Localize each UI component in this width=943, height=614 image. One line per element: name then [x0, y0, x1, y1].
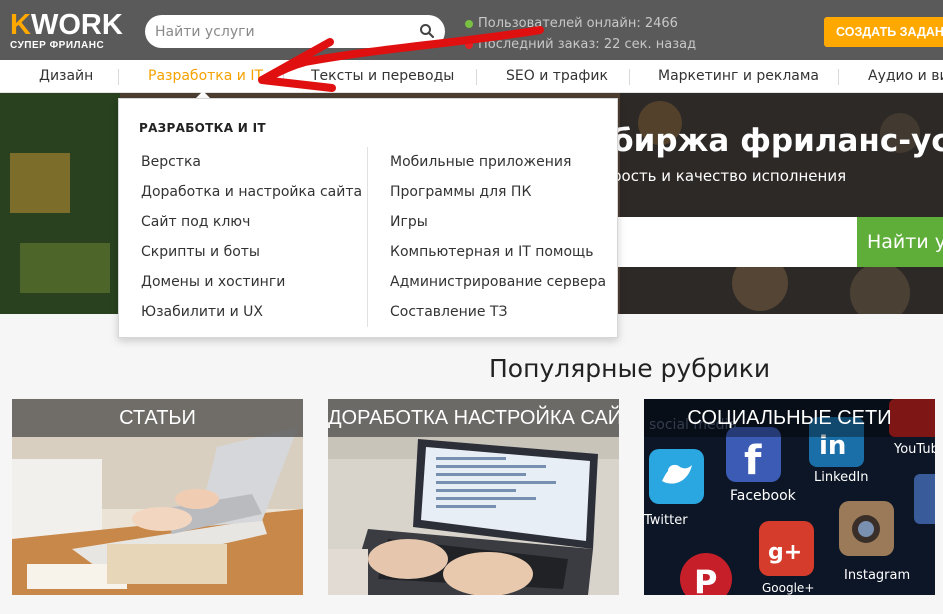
search-icon[interactable] — [419, 23, 435, 39]
last-order: Последний заказ: 22 сек. назад — [465, 34, 696, 55]
svg-text:f: f — [744, 438, 762, 484]
last-order-dot-icon — [465, 40, 473, 49]
popular-categories-title: Популярные рубрики — [489, 354, 771, 383]
category-nav: Дизайн Разработка и IT Тексты и переводы… — [0, 60, 943, 93]
menu-item-domains-hosting[interactable]: Домены и хостинги — [141, 269, 362, 299]
menu-item-server-admin[interactable]: Администрирование сервера — [390, 269, 606, 299]
menu-item-site-setup[interactable]: Доработка и настройка сайта — [141, 179, 362, 209]
hero-search-button[interactable]: Найти услуги — [857, 217, 943, 267]
youtube-label: YouTube — [893, 442, 935, 457]
instagram-label: Instagram — [844, 568, 910, 583]
card-label-social-networks: СОЦИАЛЬНЫЕ СЕТИ — [644, 399, 935, 437]
twitter-label: Twitter — [644, 513, 688, 528]
nav-divider — [476, 69, 477, 85]
google-plus-label: Google+ — [762, 581, 814, 595]
last-order-text: Последний заказ: 22 сек. назад — [478, 37, 697, 52]
menu-item-mobile-apps[interactable]: Мобильные приложения — [390, 149, 606, 179]
online-users-text: Пользователей онлайн: 2466 — [478, 16, 678, 31]
category-card-social-networks[interactable]: social media Twitter f Facebook in Linke… — [644, 399, 935, 595]
category-card-site-setup[interactable]: ДОРАБОТКА НАСТРОЙКА САЙТА — [328, 399, 619, 595]
google-plus-icon: g+ Google+ — [759, 521, 814, 595]
card-label-site-setup: ДОРАБОТКА НАСТРОЙКА САЙТА — [328, 399, 619, 437]
dropdown-right-column: Мобильные приложения Программы для ПК Иг… — [390, 149, 606, 329]
nav-divider — [118, 69, 119, 85]
logo-text: KWORK — [10, 10, 123, 40]
hero-subtitle: рость и качество исполнения — [612, 167, 847, 185]
logo-accent: K — [10, 9, 31, 41]
search-box — [145, 15, 445, 48]
menu-item-turnkey-site[interactable]: Сайт под ключ — [141, 209, 362, 239]
menu-item-it-help[interactable]: Компьютерная и IT помощь — [390, 239, 606, 269]
svg-text:P: P — [694, 563, 717, 595]
nav-divider — [283, 69, 284, 85]
search-input[interactable] — [155, 21, 405, 43]
hero-search-input[interactable] — [612, 217, 858, 267]
development-dropdown-menu: РАЗРАБОТКА И IT Верстка Доработка и наст… — [118, 98, 618, 338]
menu-item-usability-ux[interactable]: Юзабилити и UX — [141, 299, 362, 329]
nav-item-marketing[interactable]: Маркетинг и реклама — [658, 60, 819, 93]
create-task-button[interactable]: СОЗДАТЬ ЗАДАНИЕ — [824, 17, 943, 47]
kwork-logo[interactable]: KWORK СУПЕР ФРИЛАНС — [10, 10, 123, 51]
dropdown-title: РАЗРАБОТКА И IT — [139, 121, 266, 135]
online-users: Пользователей онлайн: 2466 — [465, 13, 696, 34]
facebook-label: Facebook — [730, 488, 797, 504]
svg-text:g+: g+ — [768, 540, 802, 565]
menu-item-markup[interactable]: Верстка — [141, 149, 362, 179]
nav-item-development[interactable]: Разработка и IT — [148, 60, 263, 93]
menu-item-games[interactable]: Игры — [390, 209, 606, 239]
menu-item-scripts-bots[interactable]: Скрипты и боты — [141, 239, 362, 269]
linkedin-label: LinkedIn — [814, 470, 868, 485]
online-dot-icon — [465, 19, 473, 28]
menu-item-tech-spec[interactable]: Составление ТЗ — [390, 299, 606, 329]
card-label-articles: СТАТЬИ — [12, 399, 303, 437]
category-card-articles[interactable]: СТАТЬИ — [12, 399, 303, 595]
nav-item-design[interactable]: Дизайн — [39, 60, 93, 93]
hero-title: биржа фриланс-услуг — [612, 123, 943, 159]
site-stats: Пользователей онлайн: 2466 Последний зак… — [465, 13, 696, 55]
logo-subtitle: СУПЕР ФРИЛАНС — [10, 40, 105, 51]
dropdown-divider — [367, 147, 368, 327]
nav-divider — [838, 69, 839, 85]
dropdown-left-column: Верстка Доработка и настройка сайта Сайт… — [141, 149, 362, 329]
nav-divider — [629, 69, 630, 85]
nav-item-texts[interactable]: Тексты и переводы — [311, 60, 454, 93]
nav-item-audio[interactable]: Аудио и видео — [868, 60, 943, 93]
top-header: KWORK СУПЕР ФРИЛАНС Пользователей онлайн… — [0, 0, 943, 60]
logo-rest: WORK — [30, 9, 123, 41]
menu-item-pc-programs[interactable]: Программы для ПК — [390, 179, 606, 209]
nav-item-seo[interactable]: SEO и трафик — [506, 60, 608, 93]
